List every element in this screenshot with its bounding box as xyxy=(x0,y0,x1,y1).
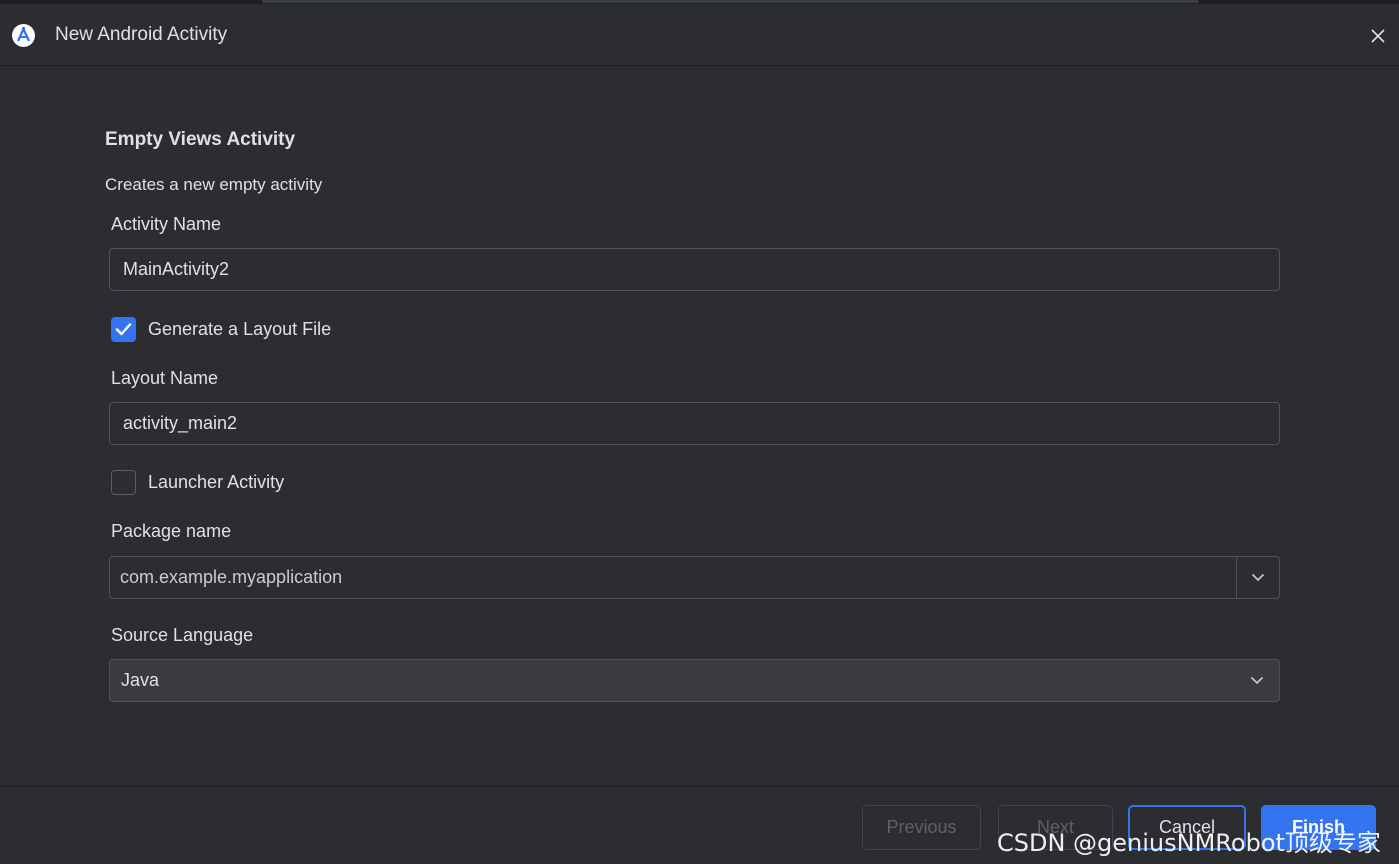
layout-name-input[interactable] xyxy=(109,402,1280,445)
chevron-down-icon xyxy=(1235,676,1279,685)
close-icon[interactable] xyxy=(1366,24,1390,48)
launcher-activity-label: Launcher Activity xyxy=(148,471,285,492)
template-name: Empty Views Activity xyxy=(105,129,296,150)
top-strip-highlight xyxy=(262,0,1198,3)
source-language-label: Source Language xyxy=(111,625,254,645)
layout-name-label: Layout Name xyxy=(111,368,219,388)
csdn-watermark: CSDN @geniusNMRobot顶级专家 xyxy=(997,829,1381,857)
activity-name-label: Activity Name xyxy=(111,214,222,234)
dialog-titlebar: New Android Activity xyxy=(0,4,1399,66)
source-language-value: Java xyxy=(121,670,160,690)
generate-layout-label: Generate a Layout File xyxy=(148,318,332,339)
android-studio-icon xyxy=(11,23,36,48)
launcher-activity-checkbox-row[interactable]: Launcher Activity xyxy=(111,469,284,495)
previous-button[interactable]: Previous xyxy=(862,805,981,850)
dialog-title: New Android Activity xyxy=(55,24,228,45)
generate-layout-checkbox-row[interactable]: Generate a Layout File xyxy=(111,316,331,342)
package-name-label: Package name xyxy=(111,521,232,541)
source-language-select[interactable]: Java xyxy=(109,659,1280,702)
template-description: Creates a new empty activity xyxy=(105,175,323,194)
chevron-down-icon[interactable] xyxy=(1236,557,1279,598)
generate-layout-checkbox[interactable] xyxy=(111,316,136,342)
launcher-activity-checkbox[interactable] xyxy=(111,469,136,495)
package-name-combobox[interactable]: com.example.myapplication xyxy=(109,556,1280,599)
checkmark-icon xyxy=(115,323,132,336)
package-name-value[interactable]: com.example.myapplication xyxy=(110,567,1236,588)
activity-name-input[interactable] xyxy=(109,248,1280,291)
